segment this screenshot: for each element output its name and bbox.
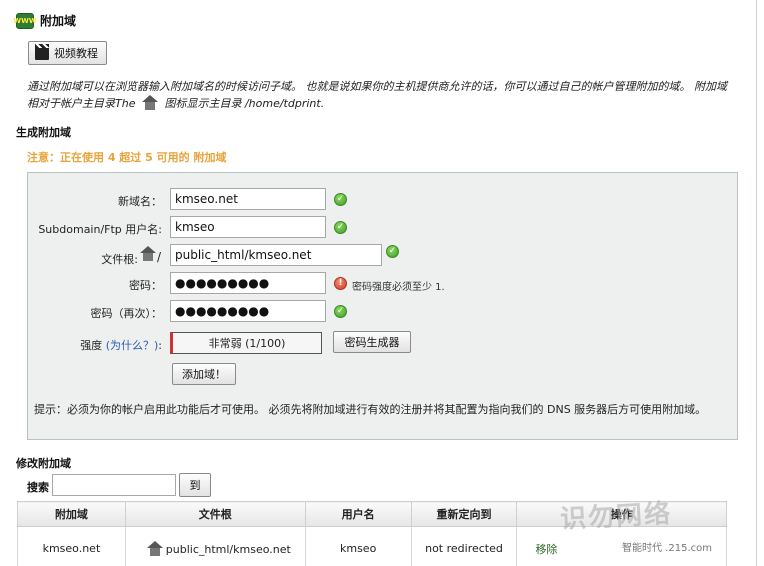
strength-label-text: 强度 (80, 339, 103, 352)
tip-text: 提示：必须为你的帐户启用此功能后才可使用。 必须先将附加域进行有效的注册并将其配… (34, 403, 707, 416)
password-label: 密码： (129, 279, 162, 292)
remove-link[interactable]: 移除 (535, 543, 557, 556)
password-confirm-input[interactable] (170, 300, 326, 322)
docroot-link[interactable]: public_html/kmseo.net (166, 543, 291, 556)
strength-label: 强度 (为什么？): (28, 337, 162, 353)
search-label: 搜索 (27, 481, 49, 494)
password-error-text: 密码强度必须至少 1. (352, 282, 445, 293)
search-input[interactable] (52, 474, 176, 496)
video-tutorial-label: 视频教程 (54, 47, 98, 60)
watermark: 识勿网络 (559, 499, 673, 535)
docroot-input[interactable] (170, 244, 382, 266)
column-header-redirect[interactable]: 重新定向到 (410, 501, 518, 527)
clapperboard-icon (35, 43, 49, 60)
cell-user: kmseo (304, 526, 412, 566)
home-icon (146, 540, 164, 557)
home-icon (140, 246, 156, 261)
password-input[interactable] (170, 272, 326, 294)
password-confirm-label: 密码（再次）： (90, 307, 163, 320)
column-header-docroot[interactable]: 文件根 (124, 501, 306, 527)
docroot-label: 文件根: (101, 253, 138, 266)
new-domain-input[interactable] (170, 188, 326, 210)
error-icon: ! (334, 277, 347, 290)
cell-domain: kmseo.net (17, 526, 126, 566)
intro-text: 通过附加域可以在浏览器输入附加域名的时候访问子域。 也就是说如果你的主机提供商允… (27, 78, 737, 112)
page-edge-divider (756, 0, 757, 566)
www-domain-icon: WWW (13, 12, 37, 29)
new-domain-label: 新域名： (118, 195, 162, 208)
create-addon-form: 新域名： ✓ Subdomain/Ftp 用户名: ✓ 文件根: / ✓ 密码：… (27, 172, 738, 440)
valid-check-icon: ✓ (334, 221, 347, 234)
subdomain-label: Subdomain/Ftp 用户名: (38, 223, 162, 236)
cell-redirect: not redirected (410, 526, 518, 566)
valid-check-icon: ✓ (334, 193, 347, 206)
usage-notice: 注意：正在使用 4 超过 5 可用的 附加域 (27, 151, 227, 164)
strength-label-colon: : (158, 339, 162, 352)
search-go-button[interactable]: 到 (179, 473, 211, 497)
cell-docroot[interactable]: public_html/kmseo.net (124, 526, 306, 566)
intro-text-part1: 通过附加域可以在浏览器输入附加域名的时候访问子域。 也就是说如果你的主机提供商允… (27, 80, 727, 110)
subdomain-input[interactable] (170, 216, 326, 238)
add-domain-button[interactable]: 添加域！ (172, 363, 236, 385)
strength-why-link[interactable]: (为什么？) (106, 339, 159, 352)
modify-section-title: 修改附加域 (16, 457, 71, 470)
intro-text-part2: 图标显示主目录 /home/tdprint. (164, 97, 325, 110)
column-header-user[interactable]: 用户名 (304, 501, 412, 527)
column-header-domain[interactable]: 附加域 (17, 501, 126, 527)
docroot-prefix: / (157, 250, 162, 264)
page-title: 附加域 (40, 14, 77, 28)
video-tutorial-button[interactable]: 视频教程 (28, 41, 107, 65)
create-section-title: 生成附加域 (16, 126, 71, 139)
password-generator-button[interactable]: 密码生成器 (333, 331, 411, 353)
valid-check-icon: ✓ (386, 245, 399, 258)
valid-check-icon: ✓ (334, 305, 347, 318)
page-header: WWW 附加域 (13, 12, 77, 29)
watermark-subtext: 智能时代 .215.com (622, 539, 712, 554)
password-strength-meter: 非常弱 (1/100) (170, 332, 322, 354)
home-icon (141, 95, 159, 111)
